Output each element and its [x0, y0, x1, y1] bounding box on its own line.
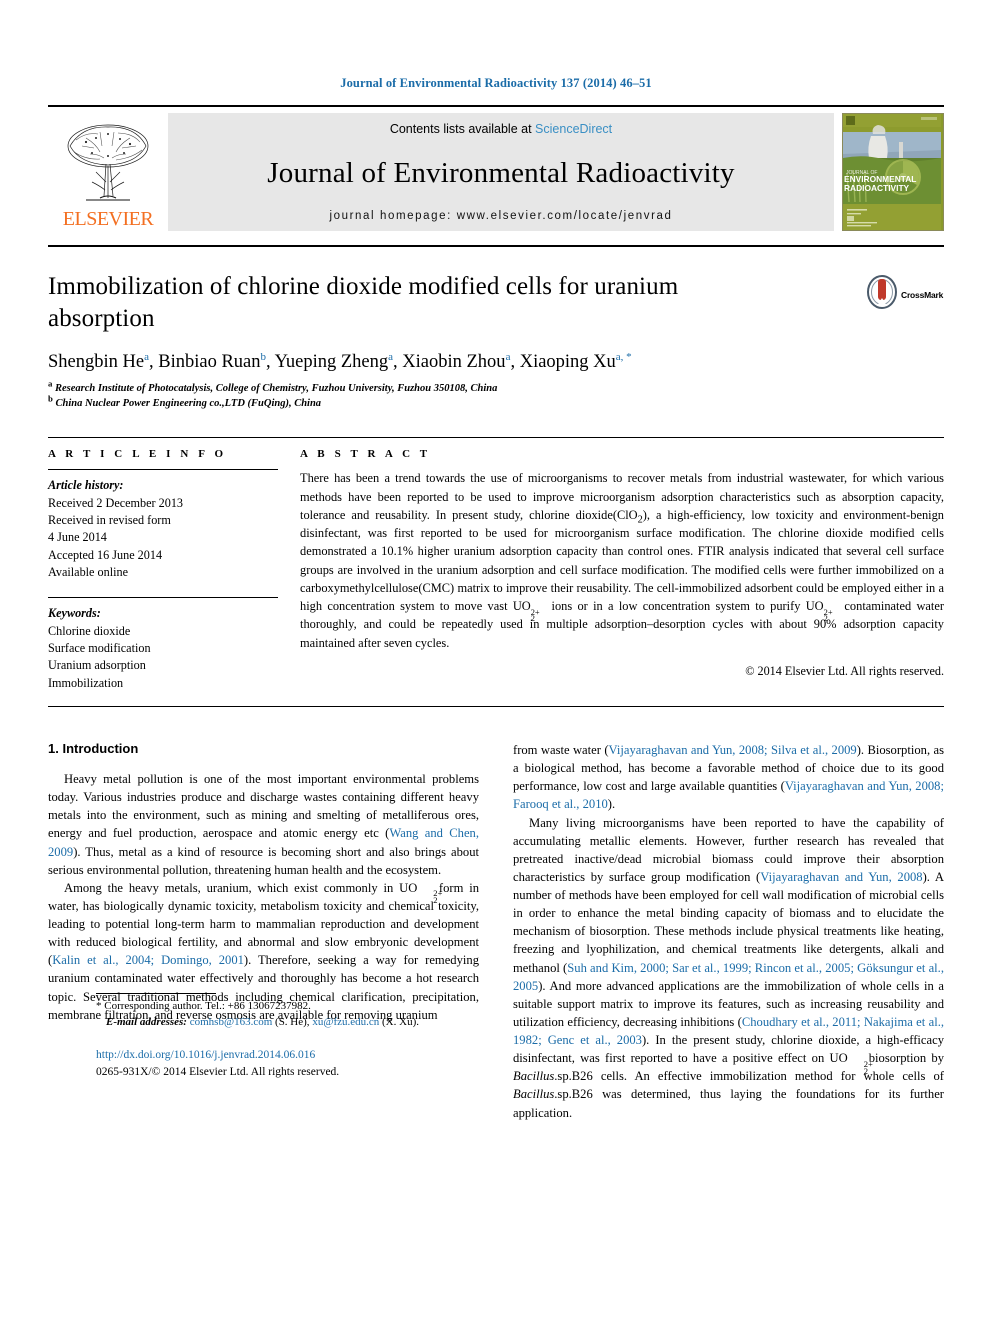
- author-affil-mark: b: [260, 350, 267, 363]
- journal-homepage-link[interactable]: journal homepage: www.elsevier.com/locat…: [329, 210, 672, 222]
- elsevier-logo: ELSEVIER: [48, 113, 168, 231]
- author-name: Xiaobin Zhou: [402, 352, 506, 372]
- paragraph-part: from waste water (: [513, 743, 609, 758]
- abstract-bottom-divider: [48, 706, 944, 708]
- citation-link[interactable]: Vijayaraghavan and Yun, 2008; Silva et a…: [609, 743, 857, 757]
- paper-page: Journal of Environmental Radioactivity 1…: [0, 0, 992, 1323]
- copyright-line: © 2014 Elsevier Ltd. All rights reserved…: [745, 663, 944, 678]
- organism-name: Bacillus: [513, 1069, 555, 1084]
- corresponding-author-note: * Corresponding author. Tel.: +86 130672…: [96, 999, 516, 1031]
- svg-text:RADIOACTIVITY: RADIOACTIVITY: [844, 183, 910, 193]
- author-affil-mark: a: [388, 350, 394, 363]
- crossmark-icon: [866, 275, 898, 314]
- paragraph-part: ). A number of methods have been employe…: [513, 869, 945, 975]
- uranyl-ion-notation: 2+ 2: [863, 1058, 873, 1076]
- organism-name: Bacillus: [513, 1087, 555, 1102]
- email-person-xu: (X. Xu).: [382, 1016, 419, 1029]
- keyword-item: Surface modification: [48, 641, 151, 656]
- crossmark-badge[interactable]: CrossMark: [866, 271, 944, 314]
- uranyl-ion-notation: 2+ 2: [530, 606, 540, 624]
- author-affil-mark: a: [144, 350, 149, 363]
- keywords-divider: [48, 597, 278, 599]
- journal-cover-thumbnail: JOURNAL OF ENVIRONMENTAL RADIOACTIVITY: [842, 113, 944, 231]
- body-columns: 1. Introduction Heavy metal pollution is…: [48, 741, 944, 1122]
- keyword-item: Uranium adsorption: [48, 658, 146, 673]
- paragraph-part: ).: [607, 797, 616, 812]
- abstract-part: ), a high-efficiency, low toxicity and e…: [300, 507, 944, 614]
- email-link-xu[interactable]: xu@fzu.edu.cn: [312, 1016, 379, 1028]
- elsevier-wordmark: ELSEVIER: [62, 208, 154, 230]
- abstract-part: ions or in a low concentration system to…: [546, 599, 824, 614]
- citation-link[interactable]: Kalin et al., 2004; Domingo, 2001: [52, 953, 244, 967]
- email-label: E-mail addresses:: [106, 1016, 187, 1029]
- keywords-block: Keywords: Chlorine dioxide Surface modif…: [48, 605, 278, 692]
- history-item: Received 2 December 2013: [48, 495, 184, 510]
- paragraph-part: biosorption by: [863, 1051, 945, 1066]
- history-item: Received in revised form: [48, 513, 171, 528]
- author-affil-mark: a, *: [615, 350, 632, 363]
- doi-block: http://dx.doi.org/10.1016/j.jenvrad.2014…: [96, 1047, 516, 1082]
- paragraph-part: .sp.B26 cells. An effective immobilizati…: [554, 1069, 944, 1084]
- article-history-label: Article history:: [48, 478, 124, 493]
- keywords-label: Keywords:: [48, 606, 101, 621]
- history-item: Accepted 16 June 2014: [48, 547, 163, 562]
- author-list: Shengbin Hea, Binbiao Ruanb, Yueping Zhe…: [48, 350, 632, 372]
- email-link-he[interactable]: comhsb@163.com: [190, 1016, 273, 1028]
- paragraph: from waste water (Vijayaraghavan and Yun…: [513, 741, 944, 814]
- masthead: ELSEVIER Contents lists available at Sci…: [48, 105, 944, 231]
- history-item: 4 June 2014: [48, 530, 107, 545]
- email-person-he: (S. He),: [275, 1016, 310, 1029]
- author-name: Binbiao Ruan: [158, 352, 261, 372]
- keyword-item: Immobilization: [48, 675, 124, 690]
- author-name: Yueping Zheng: [274, 352, 389, 372]
- title-block: Immobilization of chlorine dioxide modif…: [48, 247, 944, 411]
- corresponding-author-line: * Corresponding author. Tel.: +86 130672…: [96, 1000, 311, 1013]
- affiliation: b China Nuclear Power Engineering co.,LT…: [48, 393, 854, 411]
- history-item: Available online: [48, 565, 128, 580]
- contents-prefix: Contents lists available at: [389, 122, 532, 136]
- affiliation-mark: b: [48, 393, 53, 404]
- paragraph: Many living microorganisms have been rep…: [513, 814, 944, 1122]
- paragraph: Heavy metal pollution is one of the most…: [48, 770, 479, 879]
- abstract-text: There has been a trend towards the use o…: [300, 469, 944, 651]
- footnote-block: * Corresponding author. Tel.: +86 130672…: [96, 993, 516, 1081]
- masthead-banner: Contents lists available at ScienceDirec…: [168, 113, 834, 231]
- keyword-item: Chlorine dioxide: [48, 623, 131, 638]
- affiliation-text: Research Institute of Photocatalysis, Co…: [55, 383, 498, 395]
- footnote-divider: [96, 993, 216, 995]
- crossmark-label: CrossMark: [901, 289, 944, 300]
- article-info-heading: A R T I C L E I N F O: [48, 448, 227, 461]
- abstract-column: A B S T R A C T There has been a trend t…: [300, 448, 944, 692]
- body-column-right: from waste water (Vijayaraghavan and Yun…: [513, 741, 944, 1122]
- affiliation-mark: a: [48, 378, 53, 389]
- citation-link[interactable]: Vijayaraghavan and Yun, 2008: [760, 870, 922, 884]
- info-divider: [48, 469, 278, 471]
- page-title: Immobilization of chlorine dioxide modif…: [48, 273, 679, 332]
- section-heading-introduction: 1. Introduction: [48, 741, 139, 757]
- uranyl-ion-notation: 2+ 2: [823, 606, 833, 624]
- author-name: Shengbin He: [48, 352, 145, 372]
- doi-link[interactable]: http://dx.doi.org/10.1016/j.jenvrad.2014…: [96, 1047, 516, 1064]
- paragraph-part: ). Thus, metal as a kind of resource is …: [48, 844, 479, 877]
- journal-title: Journal of Environmental Radioactivity: [267, 156, 735, 189]
- running-head: Journal of Environmental Radioactivity 1…: [340, 76, 652, 90]
- article-info-column: A R T I C L E I N F O Article history: R…: [48, 448, 300, 692]
- paragraph-part: Among the heavy metals, uranium, which e…: [64, 880, 418, 895]
- article-history: Article history: Received 2 December 201…: [48, 477, 278, 581]
- email-line: E-mail addresses: comhsb@163.com (S. He)…: [96, 1015, 516, 1031]
- affiliation-text: China Nuclear Power Engineering co.,LTD …: [55, 398, 322, 410]
- affiliation: a Research Institute of Photocatalysis, …: [48, 378, 854, 396]
- author-name: Xiaoping Xu: [519, 352, 616, 372]
- info-abstract-section: A R T I C L E I N F O Article history: R…: [48, 437, 944, 692]
- body-column-left: 1. Introduction Heavy metal pollution is…: [48, 741, 479, 1122]
- abstract-heading: A B S T R A C T: [300, 448, 431, 461]
- contents-available-line: Contents lists available at ScienceDirec…: [390, 122, 612, 136]
- paragraph-part: .sp.B26 was determined, thus laying the …: [513, 1087, 944, 1120]
- elsevier-tree-icon: [56, 120, 160, 208]
- sciencedirect-link[interactable]: ScienceDirect: [535, 122, 612, 136]
- author-affil-mark: a: [505, 350, 511, 363]
- uranyl-ion-notation: 2+ 2: [433, 888, 443, 906]
- issn-copyright-line: 0265-931X/© 2014 Elsevier Ltd. All right…: [96, 1066, 340, 1079]
